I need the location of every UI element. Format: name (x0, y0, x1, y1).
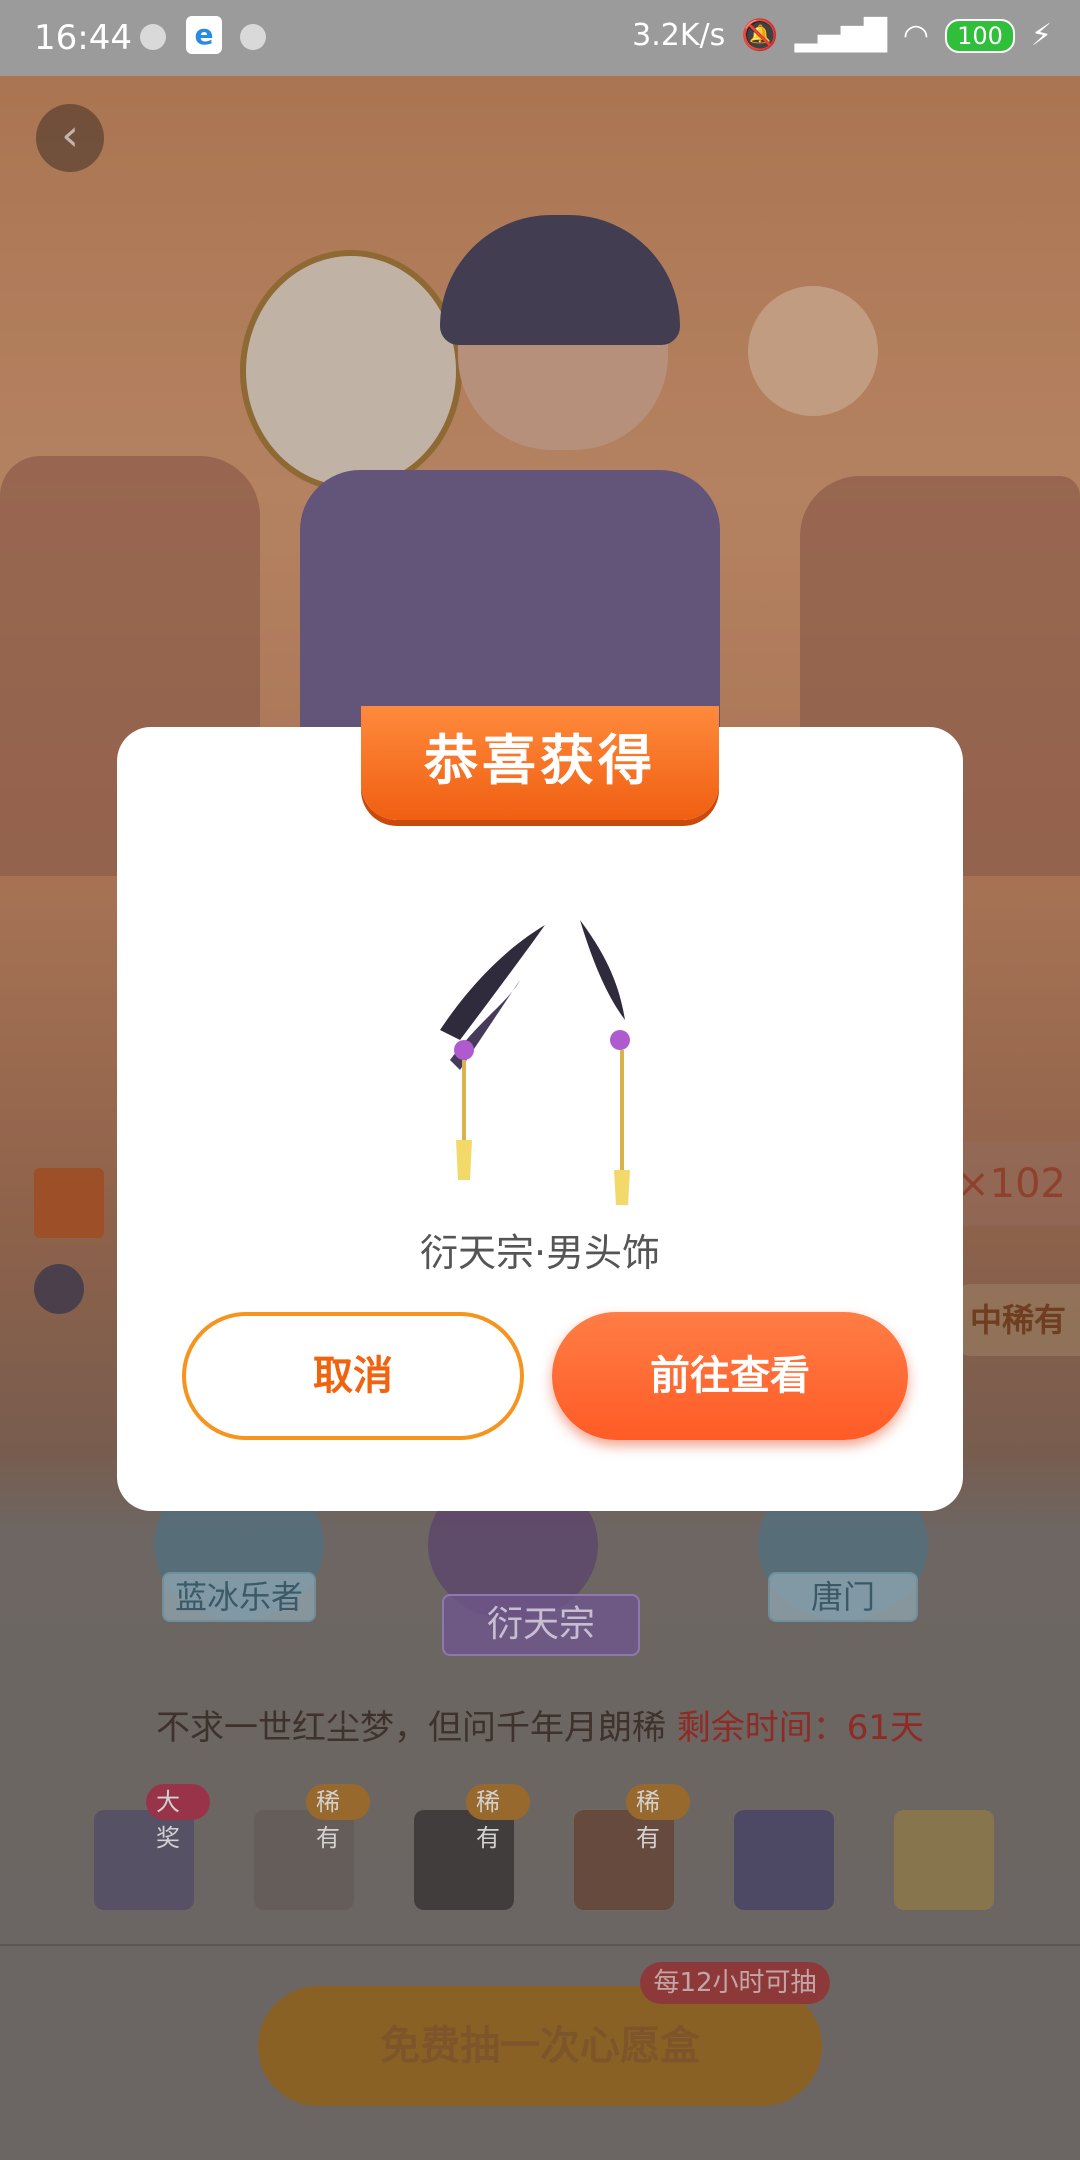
status-right: 3.2K/s 🔕 ▂▄▆█ ◠ 100 ⚡ (632, 18, 1052, 53)
charging-icon: ⚡ (1030, 18, 1052, 53)
status-bar: 16:44 e 3.2K/s 🔕 ▂▄▆█ ◠ 100 ⚡ (0, 0, 1080, 76)
battery-icon: 100 (945, 18, 1015, 53)
notification-dot-icon (240, 24, 266, 50)
network-speed: 3.2K/s (632, 18, 726, 53)
signal-icon: ▂▄▆█ (794, 18, 887, 53)
view-item-button[interactable]: 前往查看 (552, 1312, 908, 1440)
app-notification-icon: e (186, 16, 222, 54)
status-time: 16:44 (34, 18, 132, 58)
headpiece-item-image (440, 920, 630, 1205)
wifi-icon: ◠ (902, 18, 930, 53)
dialog-title: 恭喜获得 (361, 706, 719, 820)
cancel-button[interactable]: 取消 (182, 1312, 524, 1440)
notification-dot-icon (140, 24, 166, 50)
mute-icon: 🔕 (741, 18, 779, 53)
item-name: 衍天宗·男头饰 (419, 1231, 661, 1275)
